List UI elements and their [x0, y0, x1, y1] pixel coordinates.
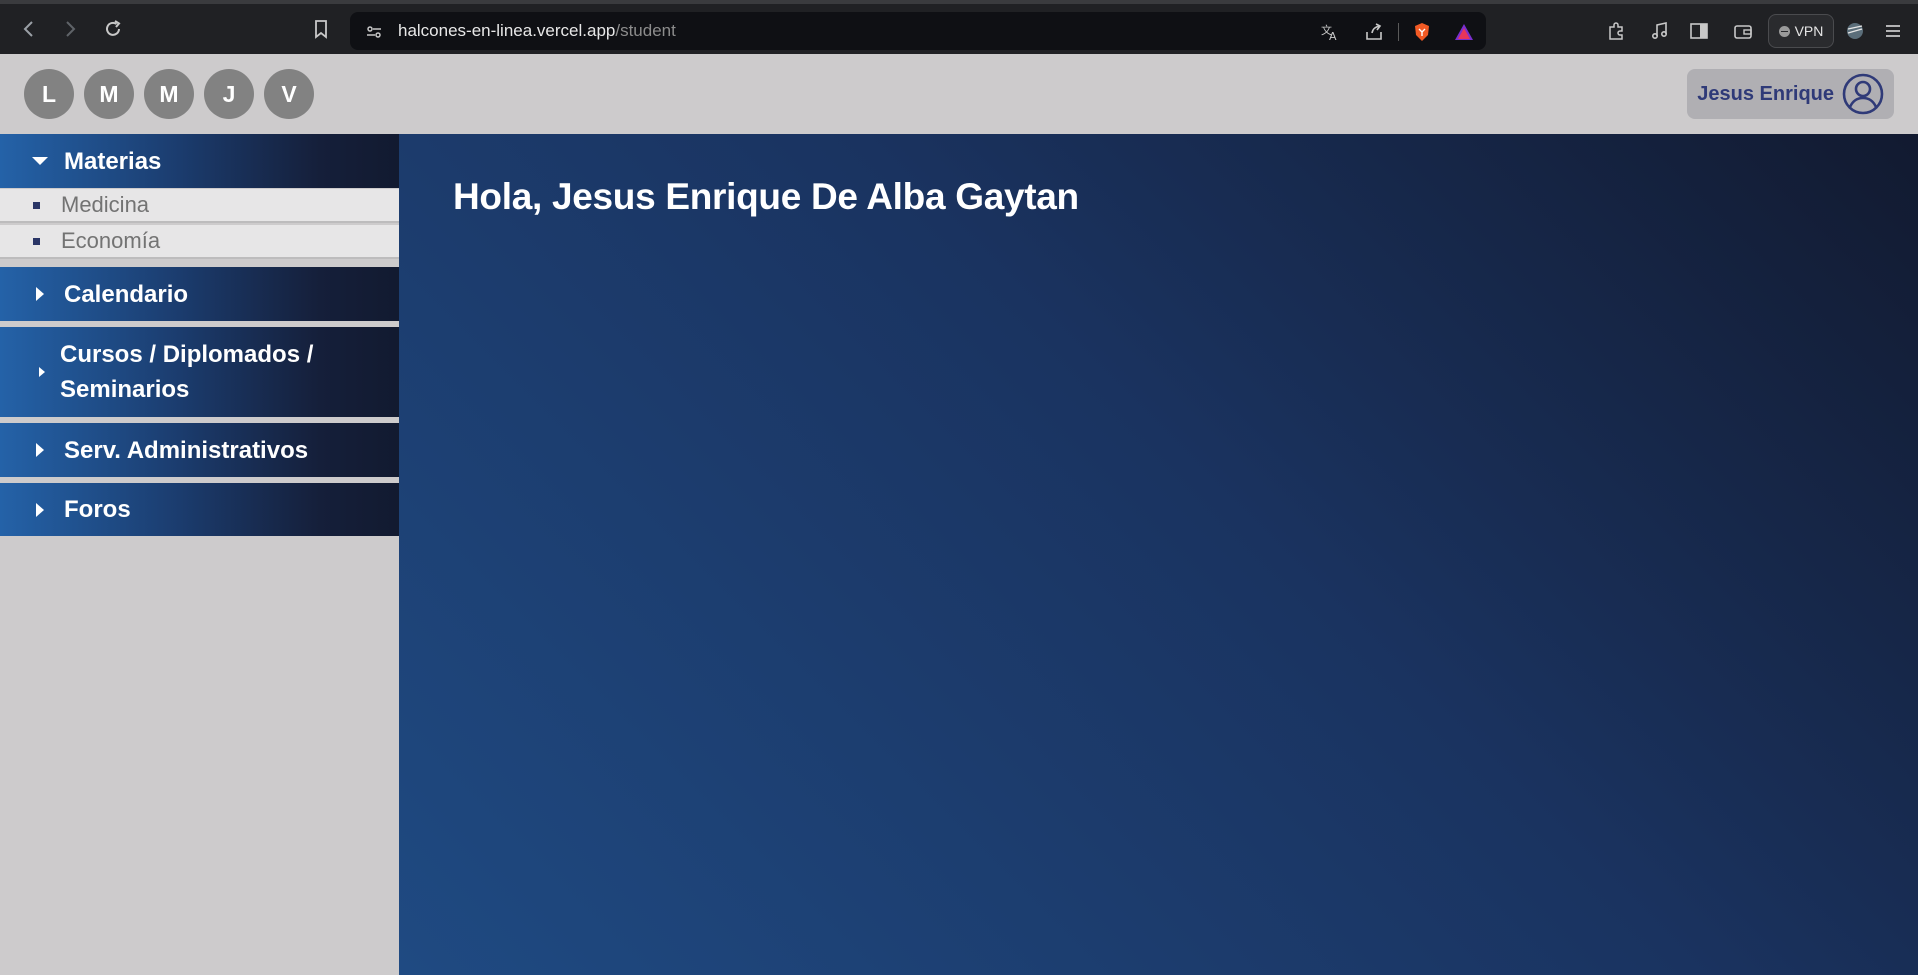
- subject-item-medicina[interactable]: Medicina: [0, 189, 399, 223]
- extensions-icon[interactable]: [1603, 18, 1629, 44]
- sidebar-item-label: Materias: [64, 148, 162, 175]
- media-icon[interactable]: [1647, 18, 1673, 44]
- vpn-icon: [1778, 25, 1790, 37]
- sidebar-item-label-line2: Seminarios: [60, 376, 190, 403]
- main-content: Hola, Jesus Enrique De Alba Gaytan: [399, 134, 1918, 975]
- translate-icon[interactable]: 文A: [1318, 20, 1342, 44]
- day-button-viernes[interactable]: V: [264, 69, 314, 119]
- address-bar[interactable]: halcones-en-linea.vercel.app/student 文A: [350, 12, 1486, 50]
- bookmark-icon[interactable]: [308, 16, 334, 42]
- subject-label: Economía: [61, 228, 161, 253]
- caret-right-icon: [33, 443, 47, 457]
- sidebar-icon[interactable]: [1686, 18, 1712, 44]
- sidebar-item-materias[interactable]: Materias: [0, 134, 399, 188]
- url-path: /student: [615, 21, 676, 40]
- caret-right-icon: [33, 503, 47, 517]
- forward-icon[interactable]: [57, 16, 83, 42]
- wallet-icon[interactable]: [1730, 18, 1756, 44]
- caret-down-icon: [32, 154, 48, 168]
- svg-text:A: A: [1329, 30, 1337, 42]
- profile-icon[interactable]: [1842, 18, 1868, 44]
- sidebar-item-label: Serv. Administrativos: [64, 437, 309, 464]
- reload-icon[interactable]: [100, 16, 126, 42]
- url-separator: [1398, 23, 1399, 41]
- subject-label: Medicina: [61, 192, 150, 217]
- bullet-icon: [33, 237, 40, 245]
- url-text[interactable]: halcones-en-linea.vercel.app/student: [398, 21, 676, 41]
- page-title: Hola, Jesus Enrique De Alba Gaytan: [453, 176, 1079, 217]
- user-menu-button[interactable]: Jesus Enrique: [1687, 69, 1894, 119]
- sidebar-item-label-line1: Cursos / Diplomados /: [60, 341, 314, 368]
- vpn-label: VPN: [1794, 23, 1824, 39]
- brave-rewards-icon[interactable]: [1452, 20, 1476, 44]
- sidebar: Materias Medicina Economía Calendario Cu…: [0, 134, 399, 975]
- browser-toolbar: halcones-en-linea.vercel.app/student 文A …: [0, 0, 1918, 54]
- sidebar-item-label: Calendario: [64, 281, 189, 308]
- back-icon[interactable]: [16, 16, 42, 42]
- url-host: halcones-en-linea.vercel.app: [398, 21, 616, 40]
- site-settings-icon[interactable]: [362, 20, 386, 44]
- sidebar-item-foros[interactable]: Foros: [0, 483, 399, 536]
- caret-right-icon: [35, 365, 49, 379]
- sidebar-item-calendario[interactable]: Calendario: [0, 267, 399, 321]
- sidebar-item-serv-administrativos[interactable]: Serv. Administrativos: [0, 423, 399, 477]
- vpn-button[interactable]: VPN: [1768, 14, 1834, 48]
- sidebar-item-cursos[interactable]: Cursos / Diplomados / Seminarios: [0, 327, 399, 417]
- user-circle-icon: [1842, 73, 1884, 115]
- caret-right-icon: [33, 287, 47, 301]
- bullet-icon: [33, 201, 40, 209]
- brave-shields-icon[interactable]: [1410, 20, 1434, 44]
- share-icon[interactable]: [1362, 20, 1386, 44]
- menu-icon[interactable]: [1880, 18, 1906, 44]
- day-button-miercoles[interactable]: M: [144, 69, 194, 119]
- app-header: L M M J V Jesus Enrique: [0, 54, 1918, 134]
- day-button-lunes[interactable]: L: [24, 69, 74, 119]
- day-button-martes[interactable]: M: [84, 69, 134, 119]
- sidebar-item-label: Foros: [64, 496, 131, 523]
- subject-item-economia[interactable]: Economía: [0, 225, 399, 259]
- day-button-jueves[interactable]: J: [204, 69, 254, 119]
- user-name: Jesus Enrique: [1697, 82, 1834, 105]
